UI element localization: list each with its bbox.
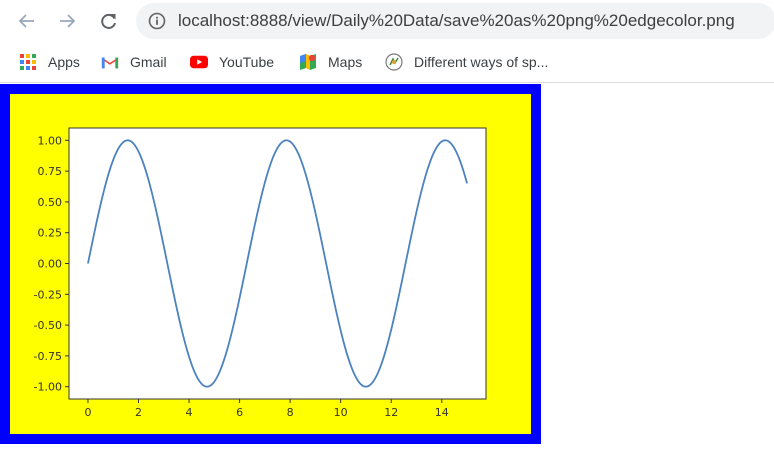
plot-area — [68, 127, 487, 400]
x-tick-label: 2 — [135, 406, 142, 419]
y-tick-label: -1.00 — [34, 381, 62, 394]
bookmark-apps[interactable]: Apps — [19, 52, 80, 72]
browser-toolbar: localhost:8888/view/Daily%20Data/save%20… — [0, 0, 774, 42]
arrow-right-icon — [60, 14, 76, 28]
y-tick-label: 0.25 — [38, 227, 63, 240]
x-tick-label: 0 — [84, 406, 91, 419]
y-tick-label: -0.75 — [34, 350, 62, 363]
image-edge-frame: 0 2 4 6 8 10 12 14 1.00 0.75 0.50 0.25 0.00 -0.25 -0.5… — [0, 84, 541, 444]
address-bar[interactable]: localhost:8888/view/Daily%20Data/save%20… — [136, 3, 774, 39]
bookmark-label: YouTube — [219, 54, 275, 70]
figure-face: 0 2 4 6 8 10 12 14 1.00 0.75 0.50 0.25 0.00 -0.25 -0.5… — [10, 94, 531, 434]
reload-icon — [101, 13, 116, 29]
maps-icon — [299, 53, 317, 71]
bookmark-youtube[interactable]: YouTube — [190, 52, 274, 72]
y-tick-label: 1.00 — [38, 134, 63, 147]
y-tick-label: 0.75 — [38, 165, 63, 178]
gmail-icon — [101, 53, 119, 71]
site-favicon-icon — [385, 53, 403, 71]
x-tick-label: 14 — [435, 406, 449, 419]
forward-button[interactable] — [54, 8, 80, 34]
bookmark-gmail[interactable]: Gmail — [101, 52, 167, 72]
bookmark-different-ways[interactable]: Different ways of sp... — [385, 52, 548, 72]
bookmark-label: Maps — [328, 54, 363, 70]
y-tick-label: -0.25 — [34, 288, 62, 301]
bookmark-maps[interactable]: Maps — [299, 52, 362, 72]
y-tick-label: 0.00 — [38, 258, 63, 271]
x-tick-label: 8 — [287, 406, 294, 419]
y-tick-label: -0.50 — [34, 319, 62, 332]
apps-grid-icon — [19, 53, 37, 71]
x-tick-label: 4 — [186, 406, 193, 419]
back-button[interactable] — [14, 8, 40, 34]
x-tick-label: 12 — [384, 406, 398, 419]
bookmarks-bar: Apps Gmail YouTube Maps Different ways o… — [0, 42, 774, 83]
sine-line-chart: 0 2 4 6 8 10 12 14 1.00 0.75 0.50 0.25 0.00 -0.25 -0.5… — [34, 127, 487, 419]
x-tick-label: 6 — [236, 406, 243, 419]
reload-button[interactable] — [96, 8, 122, 34]
youtube-icon — [190, 53, 208, 71]
y-tick-label: 0.50 — [38, 196, 63, 209]
info-icon[interactable] — [148, 12, 166, 30]
arrow-left-icon — [18, 14, 34, 28]
url-text[interactable]: localhost:8888/view/Daily%20Data/save%20… — [178, 11, 735, 31]
x-tick-label: 10 — [334, 406, 348, 419]
bookmark-label: Different ways of sp... — [414, 54, 549, 70]
bookmark-label: Gmail — [130, 54, 167, 70]
bookmark-label: Apps — [48, 54, 80, 70]
